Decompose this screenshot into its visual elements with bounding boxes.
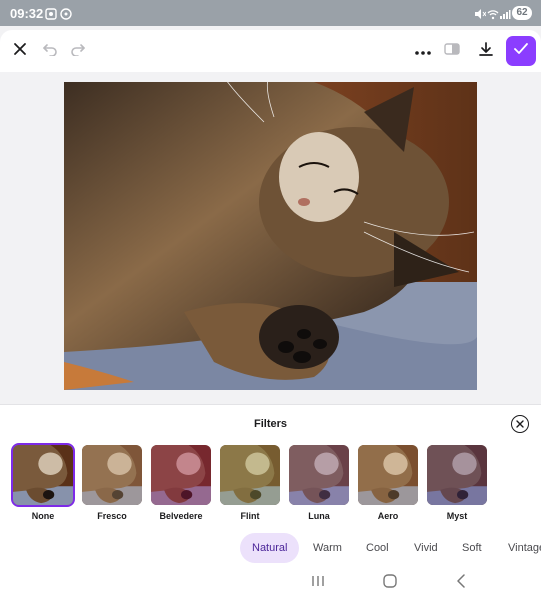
filter-list: None Fresco Belvedere Flint Luna Aero Myst <box>0 443 541 525</box>
status-bar: 09:32 62 <box>0 0 541 26</box>
filter-label: Fresco <box>97 511 127 521</box>
confirm-button[interactable] <box>506 36 536 66</box>
filter-thumbnail <box>218 443 282 507</box>
cat-photo[interactable] <box>64 82 477 390</box>
category-tab-vintage[interactable]: Vintage <box>508 533 541 563</box>
home-button[interactable] <box>380 573 400 593</box>
download-button[interactable] <box>472 37 500 65</box>
filter-thumbnail <box>149 443 213 507</box>
filter-thumbnail <box>356 443 420 507</box>
signal-icon <box>499 7 511 19</box>
filter-label: Belvedere <box>159 511 203 521</box>
category-tab-soft[interactable]: Soft <box>462 533 482 563</box>
redo-icon <box>70 42 86 61</box>
home-icon <box>383 573 397 593</box>
filter-thumbnail <box>287 443 351 507</box>
filter-option-flint[interactable]: Flint <box>218 443 282 521</box>
category-tab-cool[interactable]: Cool <box>366 533 389 563</box>
status-time: 09:32 <box>10 6 44 21</box>
back-icon <box>456 573 466 593</box>
filter-thumbnail <box>11 443 75 507</box>
editor-toolbar <box>0 30 541 72</box>
download-icon <box>478 41 494 62</box>
close-button[interactable] <box>6 37 34 65</box>
filter-option-myst[interactable]: Myst <box>425 443 489 521</box>
filter-label: Aero <box>377 511 399 521</box>
category-tab-vivid[interactable]: Vivid <box>414 533 438 563</box>
wifi-icon <box>487 7 499 20</box>
recents-button[interactable] <box>308 574 328 592</box>
whatsapp-icon <box>60 7 72 20</box>
filter-option-belvedere[interactable]: Belvedere <box>149 443 213 521</box>
compare-icon <box>444 42 460 61</box>
filter-option-none[interactable]: None <box>11 443 75 521</box>
filter-label: Myst <box>446 511 468 521</box>
filter-label: Luna <box>308 511 330 521</box>
filter-option-fresco[interactable]: Fresco <box>80 443 144 521</box>
filter-thumbnail <box>80 443 144 507</box>
close-filters-button[interactable] <box>511 415 529 433</box>
filter-option-aero[interactable]: Aero <box>356 443 420 521</box>
filters-title: Filters <box>253 418 287 430</box>
system-nav-bar <box>0 566 541 600</box>
category-tab-warm[interactable]: Warm <box>313 533 342 563</box>
redo-button[interactable] <box>64 37 92 65</box>
more-button[interactable] <box>409 37 437 65</box>
category-tab-natural[interactable]: Natural <box>240 533 300 563</box>
back-button[interactable] <box>451 573 471 593</box>
filter-label: Flint <box>240 511 260 521</box>
filter-thumbnail <box>425 443 489 507</box>
editor-card <box>0 30 541 404</box>
close-icon <box>13 42 27 61</box>
undo-button[interactable] <box>36 37 64 65</box>
compare-button[interactable] <box>438 37 466 65</box>
mute-icon <box>474 7 487 19</box>
filter-option-luna[interactable]: Luna <box>287 443 351 521</box>
screenshot-icon <box>45 7 57 20</box>
more-icon <box>415 42 431 60</box>
undo-icon <box>42 42 58 61</box>
confirm-icon <box>514 42 528 60</box>
close-icon <box>516 415 524 433</box>
recents-icon <box>311 574 325 592</box>
battery-level: 62 <box>512 6 532 20</box>
filter-label: None <box>31 511 55 521</box>
